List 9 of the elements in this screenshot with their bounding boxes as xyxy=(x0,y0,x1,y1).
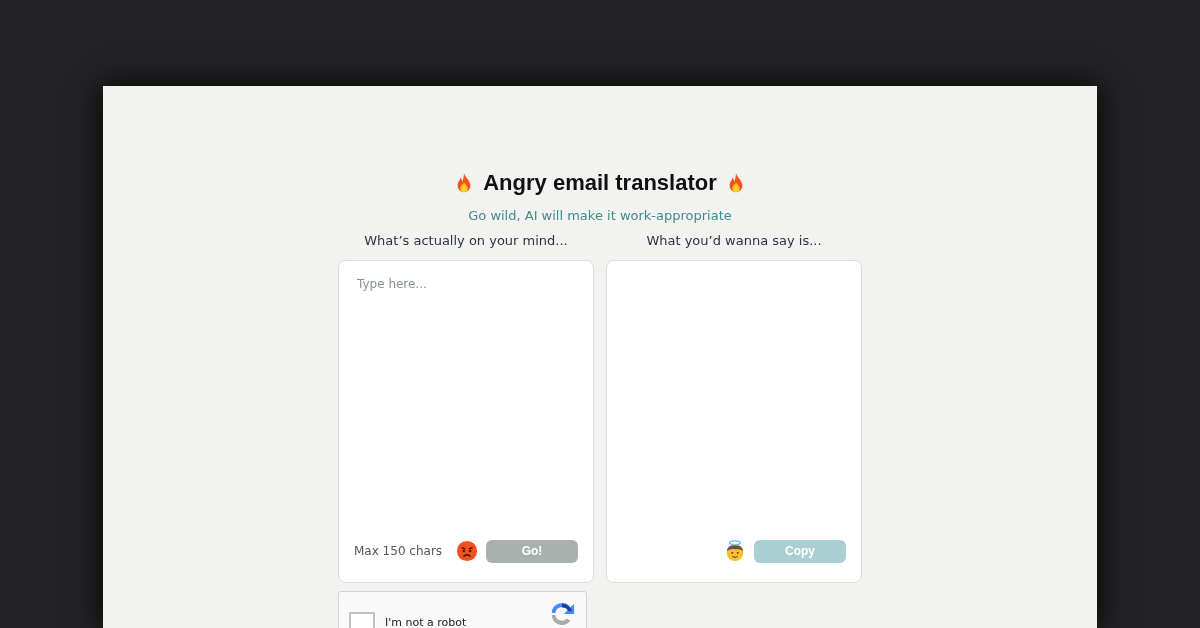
angry-face-icon xyxy=(456,540,478,562)
input-label: What’s actually on your mind... xyxy=(364,233,568,250)
captcha-label: I'm not a robot xyxy=(385,616,468,628)
char-limit-text: Max 150 chars xyxy=(354,544,444,558)
page-title: Angry email translator xyxy=(483,170,717,196)
angel-icon xyxy=(724,540,746,562)
output-label: What you’d wanna say is... xyxy=(646,233,822,250)
captcha-checkbox[interactable] xyxy=(349,612,375,628)
subtitle: Go wild, AI will make it work-appropriate xyxy=(468,208,732,223)
